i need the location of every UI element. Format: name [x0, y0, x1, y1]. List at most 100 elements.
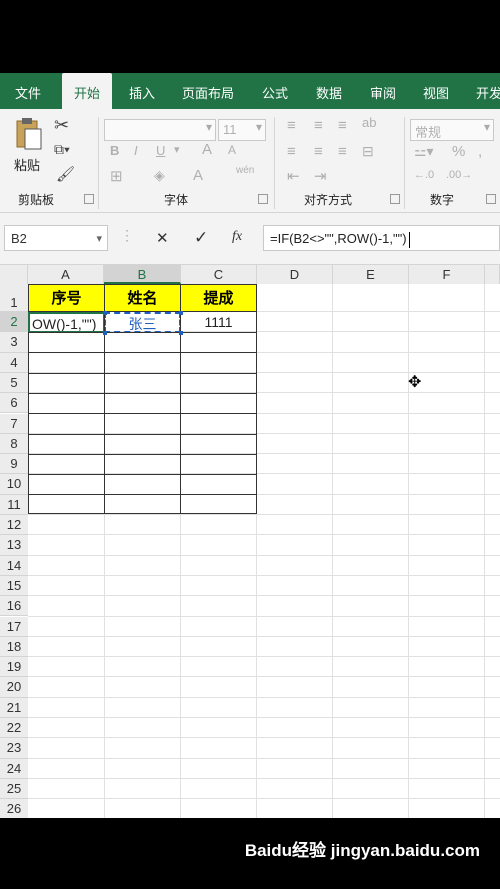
row-header[interactable]: 24: [0, 758, 28, 779]
column-header-c[interactable]: C: [181, 265, 257, 284]
insert-function-icon[interactable]: fx: [232, 229, 242, 245]
row-header[interactable]: 12: [0, 515, 28, 536]
tab-page-layout[interactable]: 页面布局: [182, 73, 234, 109]
column-header-g[interactable]: [485, 265, 500, 284]
watermark-text: Baidu经验 jingyan.baidu.com: [244, 841, 480, 860]
table-gridline: [28, 494, 257, 496]
tab-developer[interactable]: 开发: [476, 73, 500, 109]
row-header[interactable]: 15: [0, 575, 28, 597]
copy-icon[interactable]: ⧉▾: [54, 141, 70, 158]
format-painter-icon[interactable]: 🖌: [56, 165, 75, 183]
chevron-down-icon[interactable]: ▾: [174, 143, 180, 156]
row-header[interactable]: 2: [0, 312, 28, 333]
orientation-icon[interactable]: ab: [362, 115, 376, 130]
font-size-select[interactable]: 11 ▾: [218, 119, 266, 141]
selection-handle[interactable]: [179, 331, 183, 335]
row-header[interactable]: 23: [0, 738, 28, 759]
gridline: [28, 676, 500, 678]
align-middle-icon[interactable]: ≡: [314, 117, 323, 134]
row-header[interactable]: 1: [0, 284, 28, 312]
enter-icon[interactable]: ✓: [194, 228, 208, 248]
column-header-f[interactable]: F: [409, 265, 485, 284]
cell-b2[interactable]: 张三: [104, 312, 181, 333]
column-header-e[interactable]: E: [333, 265, 409, 284]
tab-review[interactable]: 审阅: [370, 73, 396, 109]
currency-icon[interactable]: ⚍▾: [414, 143, 434, 160]
cancel-icon[interactable]: ✕: [156, 229, 169, 247]
underline-button[interactable]: U: [156, 143, 165, 158]
row-header[interactable]: 18: [0, 636, 28, 658]
clipboard-launcher-icon[interactable]: [84, 194, 94, 204]
selection-handle[interactable]: [103, 311, 107, 315]
phonetic-button[interactable]: wén: [236, 165, 254, 176]
cell-c1[interactable]: 提成: [180, 284, 257, 312]
row-header[interactable]: 22: [0, 718, 28, 739]
cell-c2[interactable]: 1111: [180, 312, 257, 333]
decrease-indent-icon[interactable]: ⇤: [287, 167, 300, 185]
font-color-button[interactable]: A: [193, 167, 203, 184]
row-header[interactable]: 3: [0, 332, 28, 353]
increase-decimal-icon[interactable]: ←.0: [414, 169, 434, 181]
font-launcher-icon[interactable]: [258, 194, 268, 204]
row-header[interactable]: 5: [0, 372, 28, 394]
row-header[interactable]: 17: [0, 616, 28, 637]
tab-insert[interactable]: 插入: [129, 73, 155, 109]
decrease-decimal-icon[interactable]: .00→: [446, 169, 472, 181]
gridline: [408, 284, 409, 818]
increase-indent-icon[interactable]: ⇥: [314, 167, 327, 185]
tab-data[interactable]: 数据: [316, 73, 342, 109]
name-box[interactable]: B2 ▾: [4, 225, 108, 251]
percent-button[interactable]: %: [452, 143, 465, 160]
tab-file[interactable]: 文件: [15, 73, 41, 109]
merge-icon[interactable]: ⊟: [362, 143, 374, 160]
worksheet-grid[interactable]: 序号 姓名 提成 OW()-1,"") 张三 1111 ✥ 1234567891…: [0, 284, 500, 818]
row-header[interactable]: 8: [0, 433, 28, 455]
row-header[interactable]: 13: [0, 535, 28, 556]
paste-button[interactable]: 粘贴: [12, 117, 46, 177]
cut-icon[interactable]: ✂: [54, 115, 69, 136]
row-header[interactable]: 14: [0, 555, 28, 576]
row-header[interactable]: 21: [0, 697, 28, 718]
row-header[interactable]: 26: [0, 799, 28, 818]
row-header[interactable]: 9: [0, 454, 28, 475]
row-header[interactable]: 11: [0, 494, 28, 515]
align-center-icon[interactable]: ≡: [314, 143, 323, 160]
row-header[interactable]: 25: [0, 778, 28, 800]
bold-button[interactable]: B: [110, 143, 119, 158]
number-format-select[interactable]: 常规 ▾: [410, 119, 494, 141]
font-family-select[interactable]: ▾: [104, 119, 216, 141]
row-header[interactable]: 20: [0, 677, 28, 698]
grow-font-button[interactable]: A: [202, 141, 212, 158]
cell-b1[interactable]: 姓名: [104, 284, 181, 312]
alignment-launcher-icon[interactable]: [390, 194, 400, 204]
column-header-b[interactable]: B: [104, 265, 181, 284]
column-header-d[interactable]: D: [257, 265, 333, 284]
border-icon[interactable]: ⊞: [110, 167, 123, 185]
row-header[interactable]: 19: [0, 657, 28, 678]
italic-button[interactable]: I: [134, 143, 138, 158]
number-launcher-icon[interactable]: [486, 194, 496, 204]
align-top-icon[interactable]: ≡: [287, 117, 296, 134]
selection-handle[interactable]: [179, 311, 183, 315]
ribbon-tabs: 文件 开始 插入 页面布局 公式 数据 审阅 视图 开发: [0, 73, 500, 109]
select-all-corner[interactable]: [0, 265, 28, 284]
comma-icon[interactable]: ,: [478, 143, 482, 160]
fill-color-icon[interactable]: ◈: [154, 167, 165, 184]
cell-a2[interactable]: OW()-1,""): [28, 312, 105, 333]
row-header[interactable]: 16: [0, 596, 28, 617]
formula-input[interactable]: =IF(B2<>"",ROW()-1,""): [263, 225, 500, 251]
row-header[interactable]: 10: [0, 474, 28, 495]
cell-a1[interactable]: 序号: [28, 284, 105, 312]
tab-home[interactable]: 开始: [62, 73, 112, 109]
row-header[interactable]: 6: [0, 393, 28, 414]
column-header-a[interactable]: A: [28, 265, 104, 284]
tab-view[interactable]: 视图: [423, 73, 449, 109]
align-bottom-icon[interactable]: ≡: [338, 117, 347, 134]
tab-formulas[interactable]: 公式: [262, 73, 288, 109]
row-header[interactable]: 4: [0, 352, 28, 373]
align-left-icon[interactable]: ≡: [287, 143, 296, 160]
selection-handle[interactable]: [103, 331, 107, 335]
align-right-icon[interactable]: ≡: [338, 143, 347, 160]
shrink-font-button[interactable]: A: [228, 143, 236, 157]
row-header[interactable]: 7: [0, 413, 28, 434]
